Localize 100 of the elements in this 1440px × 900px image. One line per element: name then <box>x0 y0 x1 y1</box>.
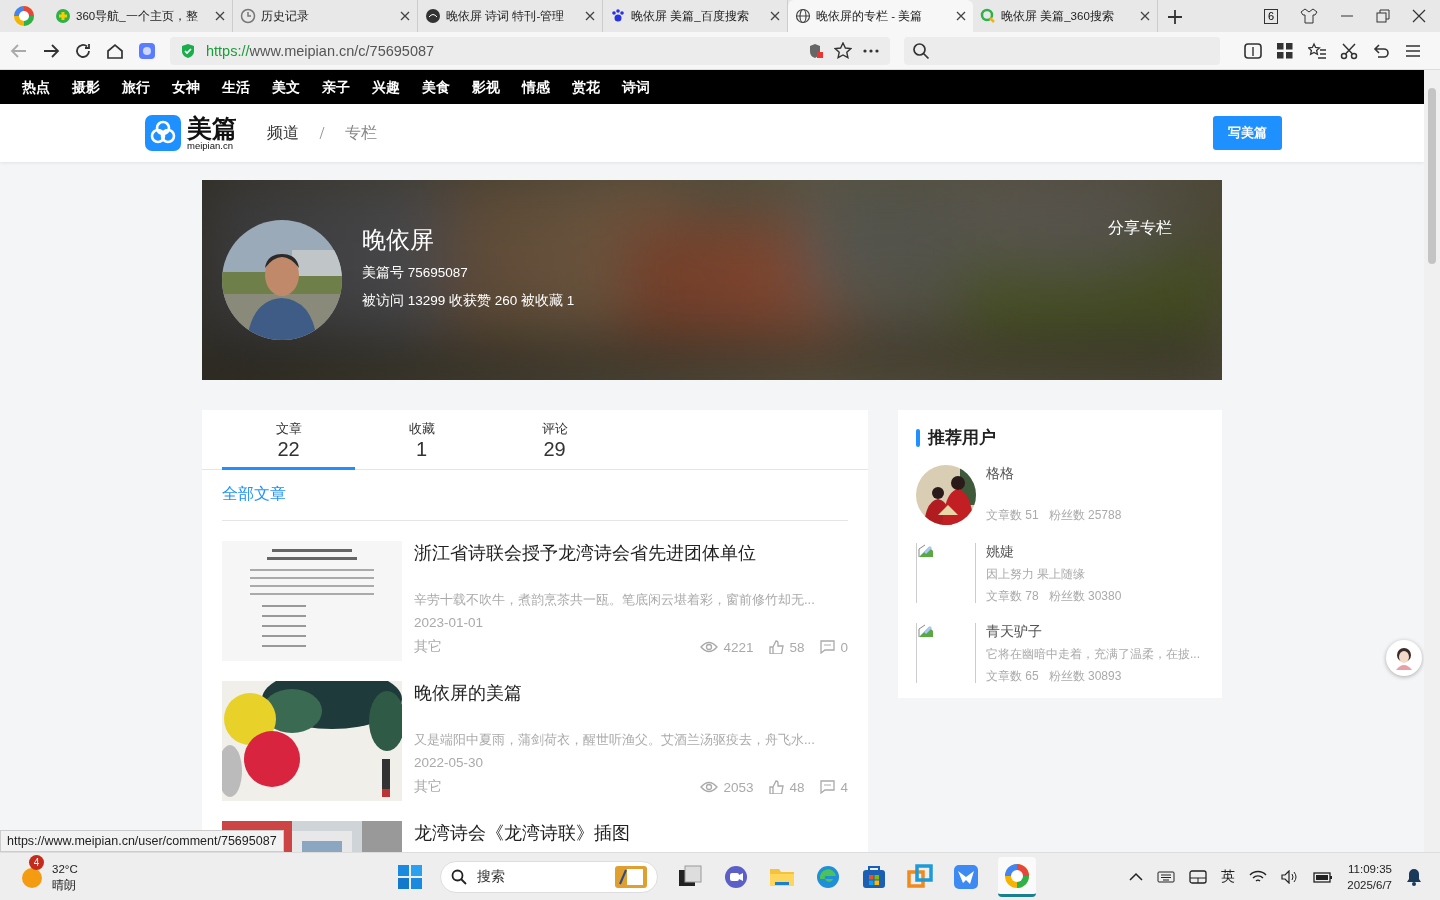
forward-icon[interactable] <box>42 41 60 60</box>
site-icon <box>425 8 441 24</box>
like-icon <box>769 640 785 654</box>
close-icon[interactable] <box>770 11 780 21</box>
like-count: 48 <box>789 779 805 795</box>
search-field[interactable] <box>904 36 1220 65</box>
close-icon[interactable] <box>1140 11 1150 21</box>
undo-icon[interactable] <box>1372 41 1390 60</box>
nav-link[interactable]: 摄影 <box>72 70 122 104</box>
article-title[interactable]: 晚依屏的美篇 <box>414 681 522 705</box>
nav-link[interactable]: 美文 <box>272 70 322 104</box>
scrollbar[interactable] <box>1424 70 1440 852</box>
clock-icon <box>240 8 256 24</box>
breadcrumb-link[interactable]: 频道 <box>267 122 299 144</box>
close-icon[interactable] <box>585 11 595 21</box>
reload-icon[interactable] <box>74 41 92 60</box>
browser-logo-icon[interactable] <box>1004 862 1030 889</box>
broken-image-icon <box>917 623 935 639</box>
user-bio: 因上努力 果上随缘 <box>986 566 1086 583</box>
edge-icon[interactable] <box>815 864 841 890</box>
nav-link[interactable]: 女神 <box>172 70 222 104</box>
profile-tab[interactable]: 收藏 1 <box>355 410 488 470</box>
logo-text[interactable]: 美篇 <box>187 115 237 140</box>
windows-overlap-icon[interactable] <box>907 864 933 890</box>
tab-count[interactable]: 6 <box>1263 8 1278 24</box>
clock-date[interactable]: 2025/6/7 <box>1347 876 1392 893</box>
shirt-icon[interactable] <box>1300 8 1318 24</box>
comment-icon <box>820 780 836 794</box>
article-title[interactable]: 浙江省诗联会授予龙湾诗会省先进团体单位 <box>414 541 756 565</box>
article-category: 其它 <box>414 638 442 656</box>
nav-link[interactable]: 影视 <box>472 70 522 104</box>
nav-link[interactable]: 旅行 <box>122 70 172 104</box>
favorites-icon[interactable] <box>1308 41 1326 60</box>
taskbar-search[interactable]: 搜索 <box>440 861 658 893</box>
address-field[interactable]: https://www.meipian.cn/c/75695087 <box>170 36 890 65</box>
clock-time[interactable]: 11:09:35 <box>1348 860 1392 877</box>
search-icon <box>451 869 467 885</box>
assistant-button[interactable] <box>1386 640 1422 676</box>
profile-tab[interactable]: 评论 29 <box>488 410 621 470</box>
chat-icon[interactable] <box>723 864 749 890</box>
user-name[interactable]: 青天驴子 <box>986 623 1042 641</box>
article-count: 文章数 65 <box>986 668 1039 685</box>
chevron-up-icon[interactable] <box>1129 871 1144 882</box>
nav-link[interactable]: 生活 <box>222 70 272 104</box>
article-count: 文章数 51 <box>986 507 1039 524</box>
home-icon[interactable] <box>106 41 124 60</box>
bird-icon[interactable] <box>953 864 979 890</box>
blocked-shield-icon[interactable] <box>808 42 824 59</box>
article-count: 文章数 78 <box>986 588 1039 605</box>
comment-icon <box>820 640 836 654</box>
shield-icon <box>180 42 196 59</box>
status-url: https://www.meipian.cn/user/comment/75695087 <box>0 830 284 852</box>
ai-icon[interactable] <box>138 41 156 60</box>
section-title: 推荐用户 <box>928 427 996 449</box>
article-title[interactable]: 龙湾诗会《龙湾诗联》插图 <box>414 821 630 845</box>
star-icon[interactable] <box>834 41 852 60</box>
view-icon <box>700 640 719 654</box>
nav-link[interactable]: 诗词 <box>622 70 672 104</box>
bell-icon[interactable] <box>1406 867 1422 886</box>
start-icon[interactable] <box>398 865 422 889</box>
browser-tab[interactable]: 晚依屏的专栏 - 美篇 <box>788 0 973 32</box>
reader-icon[interactable] <box>1244 41 1262 60</box>
nav-link[interactable]: 赏花 <box>572 70 622 104</box>
logo-icon[interactable] <box>145 115 181 151</box>
article-date: 2023-01-01 <box>414 615 484 630</box>
nav-link[interactable]: 亲子 <box>322 70 372 104</box>
breadcrumb-separator <box>319 126 325 140</box>
weather-text: 晴朗 <box>52 877 77 893</box>
browser-logo-icon[interactable] <box>13 5 35 27</box>
user-bio: 它将在幽暗中走着，充满了温柔，在披... <box>986 646 1200 663</box>
nav-link[interactable]: 兴趣 <box>372 70 422 104</box>
close-icon[interactable] <box>1412 9 1426 23</box>
tablet-icon[interactable] <box>1189 869 1208 884</box>
keyboard-icon[interactable] <box>1157 870 1176 883</box>
speaker-icon[interactable] <box>1281 869 1300 884</box>
apps-icon[interactable] <box>1276 41 1294 60</box>
input-method[interactable]: 英 <box>1221 867 1236 886</box>
more-icon[interactable] <box>862 47 880 54</box>
user-name[interactable]: 姚婕 <box>986 543 1014 561</box>
nav-link[interactable]: 情感 <box>522 70 572 104</box>
paw-icon <box>610 8 626 24</box>
restore-icon[interactable] <box>1376 9 1390 23</box>
profile-tab[interactable]: 文章 22 <box>222 410 355 470</box>
breadcrumb-link[interactable]: 专栏 <box>345 122 377 144</box>
person-icon <box>1393 646 1415 670</box>
wifi-icon[interactable] <box>1249 869 1268 884</box>
user-name[interactable]: 格格 <box>986 465 1014 483</box>
store-icon[interactable] <box>861 864 887 890</box>
battery-icon[interactable] <box>1313 869 1334 884</box>
comment-count: 4 <box>840 779 848 795</box>
notes-icon <box>615 866 647 888</box>
like-icon <box>769 780 785 794</box>
close-icon[interactable] <box>215 11 225 21</box>
nav-link[interactable]: 美食 <box>422 70 472 104</box>
temperature: 32°C <box>52 861 78 877</box>
close-icon[interactable] <box>956 11 966 21</box>
scissors-icon[interactable] <box>1340 41 1358 60</box>
fan-count: 粉丝数 30893 <box>1048 668 1122 685</box>
close-icon[interactable] <box>400 11 410 21</box>
nav-link[interactable]: 热点 <box>22 70 72 104</box>
